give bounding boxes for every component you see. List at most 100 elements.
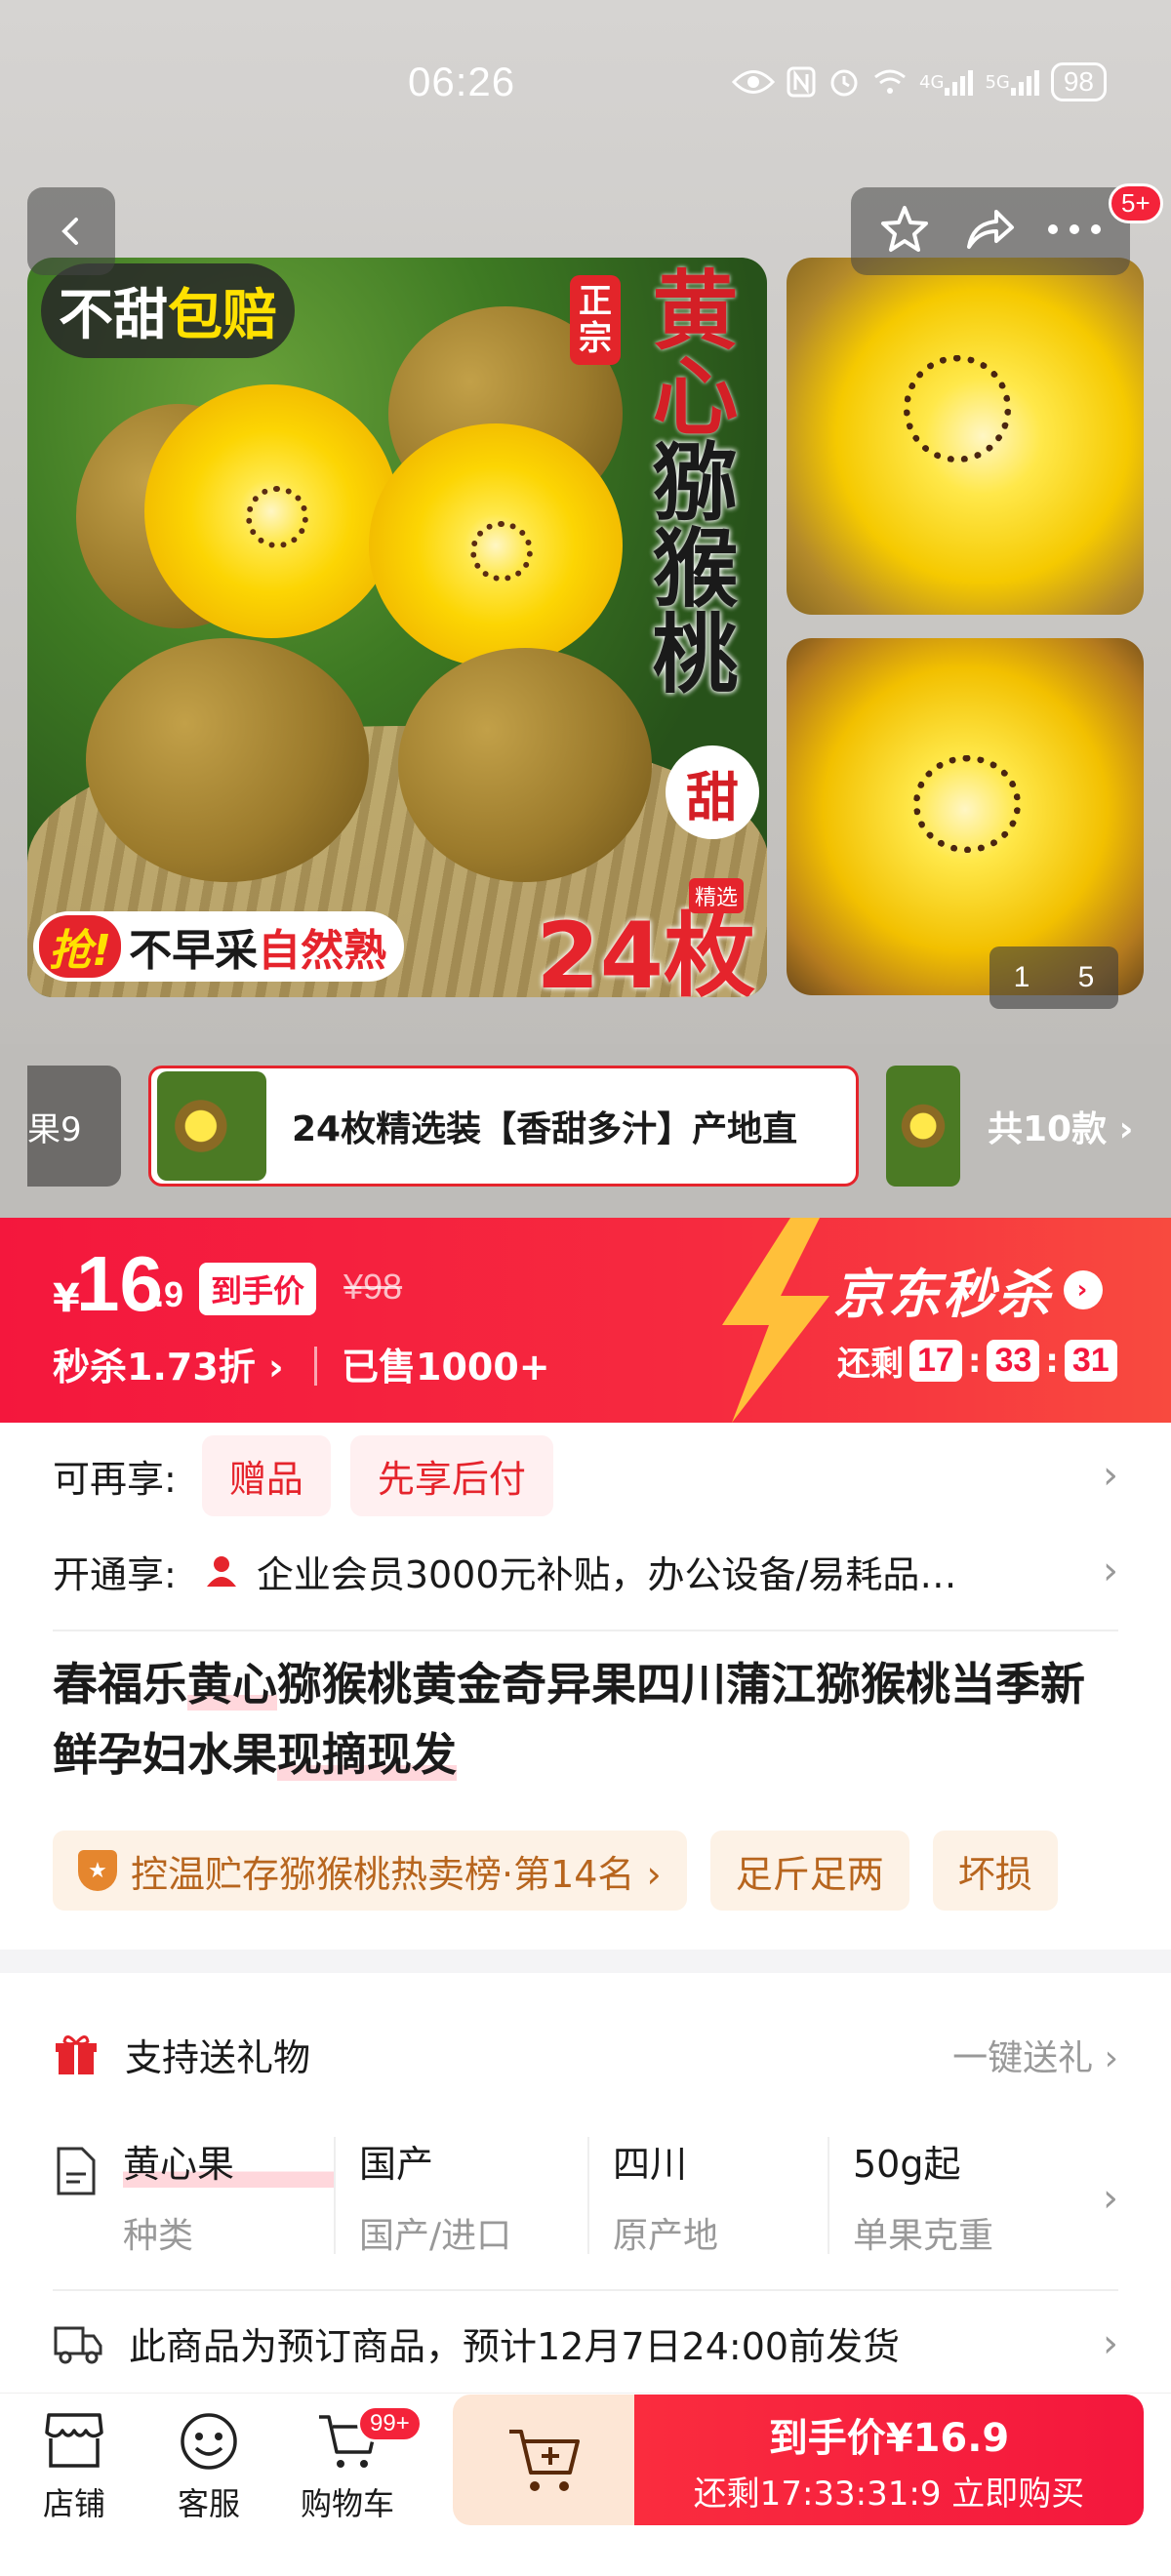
kiwi-whole [86, 638, 369, 882]
divider [53, 2289, 1118, 2291]
product-title: 春福乐黄心猕猴桃黄金奇异果四川蒲江猕猴桃当季新鲜孕妇水果现摘现发 [53, 1658, 1085, 1781]
attr-origin-type: 国产 国产/进口 [334, 2137, 587, 2256]
variant-selector: 果9 24枚精选装【香甜多汁】产地直 共10款 › [0, 1044, 1171, 1218]
one-click-gift-link[interactable]: 一键送礼 › [952, 2030, 1118, 2080]
battery-indicator: 98 [1050, 62, 1107, 101]
sold-count: 已售1000+ [342, 1346, 550, 1389]
status-icons: 4G 5G 98 [732, 62, 1107, 101]
gift-chip[interactable]: 赠品 [201, 1434, 331, 1516]
section-gap [0, 1950, 1171, 1973]
share-button[interactable] [961, 202, 1016, 261]
store-icon [45, 2413, 103, 2468]
attributes-row[interactable]: 黄心果 种类 国产 国产/进口 四川 原产地 50g起 单果克重 › [53, 2133, 1118, 2274]
add-to-cart-button[interactable] [453, 2395, 636, 2525]
kiwi-half [369, 423, 623, 667]
damage-tag[interactable]: 坏损 [932, 1831, 1058, 1911]
cart-button[interactable]: 购物车 99+ [289, 2405, 423, 2524]
chevron-right-icon: › [1103, 2176, 1118, 2221]
shipping-text: 此商品为预订商品，预计12月7日24:00前发货 [129, 2325, 901, 2368]
buy-countdown: 还剩17:33:31:9 立即购买 [693, 2474, 1085, 2514]
nfc-icon [787, 66, 816, 98]
authentic-tag: 正宗 [570, 275, 621, 365]
sweet-badge: 甜 [666, 745, 759, 839]
buy-now-button[interactable]: 到手价¥16.9 还剩17:33:31:9 立即购买 [634, 2395, 1144, 2525]
signal-5g-icon: 5G [985, 68, 1039, 96]
ranking-tag[interactable]: ★ 控温贮存猕猴桃热卖榜·第14名 › [53, 1831, 687, 1911]
feature-tags: ★ 控温贮存猕猴桃热卖榜·第14名 › 足斤足两 坏损 [53, 1831, 1058, 1911]
back-button[interactable] [27, 187, 115, 275]
more-icon [1048, 224, 1101, 234]
vertical-title: 正宗 黄心 猕猴桃 [570, 265, 751, 695]
price-decimal: .9 [154, 1274, 184, 1314]
store-button[interactable]: 店铺 [16, 2411, 133, 2524]
flash-sale-banner[interactable]: ¥ 16 .9 到手价 ¥98 秒杀1.73折 › 已售1000+ 京东秒杀 › … [0, 1218, 1171, 1423]
chevron-right-icon: › [1103, 1549, 1118, 1593]
variant-label: 24枚精选装【香甜多汁】产地直 [292, 1109, 798, 1149]
add-cart-icon [509, 2430, 580, 2491]
benefits-row[interactable]: 可再享: 赠品 先享后付 › [53, 1434, 1118, 1516]
attr-type: 黄心果 种类 [100, 2133, 334, 2256]
variant-item-next[interactable] [886, 1066, 960, 1187]
divider [314, 1347, 317, 1386]
chevron-right-icon: › [1103, 1453, 1118, 1498]
chevron-right-icon: › [1064, 1269, 1103, 1309]
document-icon [57, 2147, 96, 2195]
buy-price: 到手价¥16.9 [768, 2415, 1010, 2461]
customer-service-button[interactable]: 客服 [150, 2411, 267, 2524]
variant-total-button[interactable]: 共10款 › [988, 1066, 1133, 1187]
variant-item-selected[interactable]: 24枚精选装【香甜多汁】产地直 [148, 1066, 859, 1187]
membership-text: 企业会员3000元补贴，办公设备/易耗品… [256, 1552, 957, 1596]
header-actions [851, 187, 1130, 275]
guarantee-tag: 不甜包赔 [41, 263, 295, 358]
gift-row[interactable]: 支持送礼物 一键送礼 › [53, 2028, 1118, 2081]
status-time: 06:26 [408, 59, 516, 104]
title-black: 猕猴桃 [638, 437, 739, 695]
shipping-row[interactable]: 此商品为预订商品，预计12月7日24:00前发货 › [53, 2316, 1118, 2370]
truck-icon [54, 2326, 102, 2363]
weight-tag[interactable]: 足斤足两 [709, 1831, 909, 1911]
lightning-icon [722, 1218, 829, 1423]
variant-item-prev[interactable]: 果9 [27, 1066, 121, 1187]
divider [53, 1630, 1118, 1631]
favorite-button[interactable] [877, 202, 932, 261]
rank-icon: ★ [78, 1850, 117, 1891]
side-image-1[interactable] [787, 258, 1144, 615]
side-image-2[interactable] [787, 638, 1144, 995]
main-product-image[interactable]: 不甜包赔 正宗 黄心 猕猴桃 甜 抢! 不早采 自然熟 精选 24枚 [27, 258, 767, 997]
more-button[interactable] [1045, 220, 1104, 243]
share-icon [967, 210, 1014, 249]
status-bar: 06:26 4G 5G 98 [0, 0, 1171, 176]
gift-icon [56, 2034, 97, 2074]
grab-banner: 抢! 不早采 自然熟 [33, 911, 405, 982]
product-gallery: 06:26 4G 5G 98 不甜包赔 正宗 黄心 猕猴桃 甜 抢! 不早采 自… [0, 0, 1171, 1044]
attr-weight: 50g起 单果克重 [828, 2137, 1042, 2256]
signal-4g-icon: 4G [919, 68, 974, 96]
attr-origin: 四川 原产地 [587, 2137, 828, 2256]
final-price-tag: 到手价 [199, 1263, 317, 1315]
discount-link[interactable]: 秒杀1.73折 › [53, 1337, 284, 1390]
message-badge: 5+ [1109, 183, 1163, 223]
gift-label: 支持送礼物 [125, 2036, 311, 2079]
membership-label: 开通享: [53, 1552, 177, 1596]
detail-card: 支持送礼物 一键送礼 › 黄心果 种类 国产 国产/进口 四川 原产地 50g起 单果克… [0, 1973, 1171, 2393]
eye-icon [732, 67, 776, 97]
pay-later-chip[interactable]: 先享后付 [349, 1434, 553, 1516]
service-icon [181, 2413, 237, 2470]
count-badge: 精选 24枚 [536, 878, 755, 997]
membership-row[interactable]: 开通享: 企业会员3000元补贴，办公设备/易耗品… › [53, 1532, 1118, 1610]
variant-thumbnail [157, 1071, 266, 1181]
chevron-right-icon: › [1103, 2320, 1118, 2366]
back-icon [61, 218, 78, 245]
user-icon [206, 1556, 236, 1587]
gallery-page-indicator: 15 [989, 946, 1118, 1009]
kiwi-half [144, 384, 398, 638]
countdown-timer: 还剩 17: 33: 31 [837, 1337, 1117, 1385]
kiwi-whole [398, 648, 652, 882]
cart-count-badge: 99+ [357, 2405, 423, 2442]
original-price: ¥98 [343, 1267, 403, 1307]
price-integer: 16 [76, 1240, 163, 1327]
benefits-label: 可再享: [53, 1457, 177, 1501]
star-icon [881, 206, 928, 252]
kiwi-seeds [904, 355, 1011, 463]
wifi-icon [872, 67, 908, 97]
